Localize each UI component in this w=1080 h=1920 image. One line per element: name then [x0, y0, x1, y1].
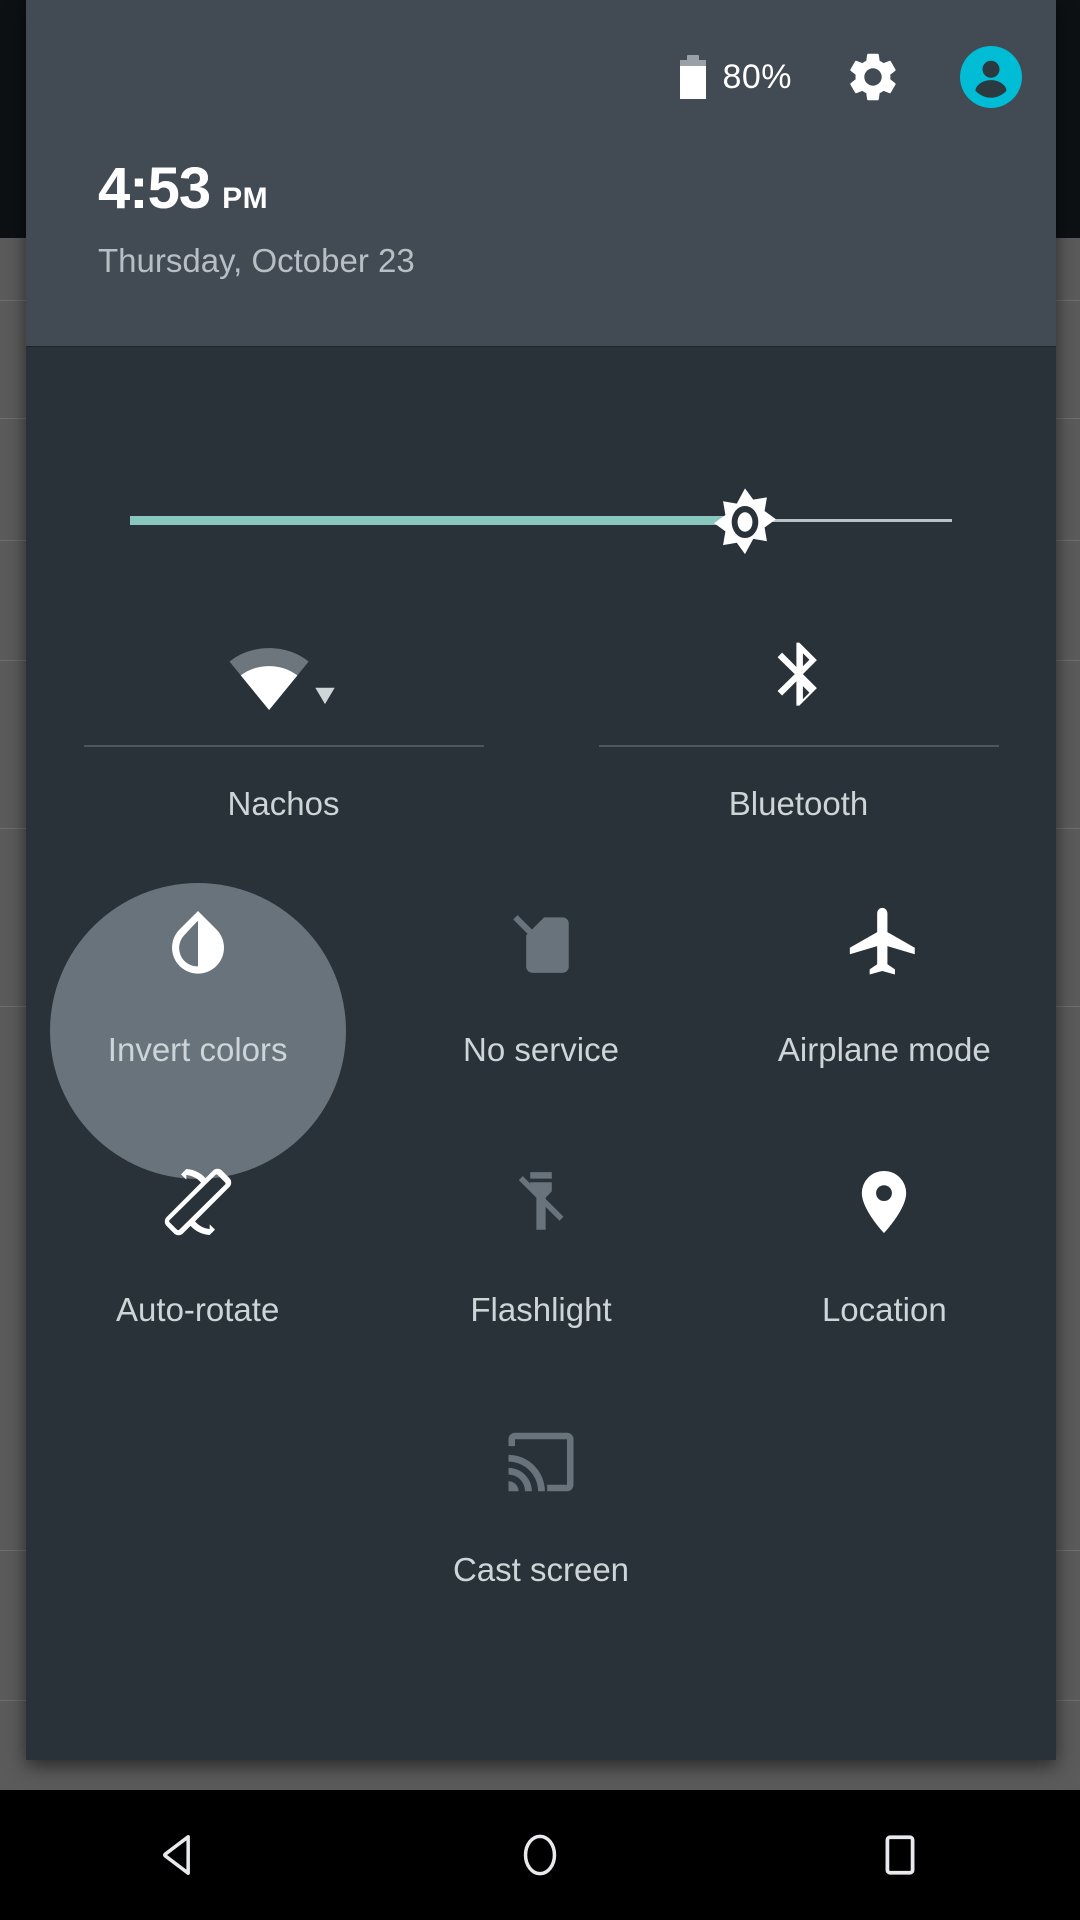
invert-colors-droplet-icon [160, 887, 236, 997]
location-pin-icon [846, 1147, 922, 1257]
tile-cast-screen[interactable]: Cast screen [369, 1407, 712, 1657]
quick-settings-header: 80% 4:53 PM Thursday, October 23 [26, 0, 1056, 346]
status-icons-row: 80% [680, 46, 1022, 108]
cast-screen-icon [502, 1407, 580, 1517]
tile-divider [83, 745, 484, 747]
tile-label-airplane-mode: Airplane mode [777, 1031, 991, 1068]
airplane-icon [843, 887, 925, 997]
brightness-fill [130, 516, 755, 525]
home-icon[interactable] [480, 1795, 600, 1915]
tile-label-flashlight: Flashlight [470, 1291, 612, 1328]
tile-label-invert-colors: Invert colors [107, 1031, 288, 1068]
bluetooth-icon [760, 619, 838, 737]
wifi-icon [228, 619, 340, 737]
flashlight-off-icon [504, 1147, 578, 1257]
screen-rotation-icon [158, 1147, 238, 1257]
quick-settings-body: Nachos Bluetooth Invert colors No servic… [26, 346, 1056, 1760]
dual-tile-row: Nachos Bluetooth [26, 619, 1056, 869]
brightness-sun-icon[interactable] [698, 475, 792, 569]
tile-label-wifi: Nachos [227, 785, 340, 822]
tile-invert-colors[interactable]: Invert colors [26, 883, 369, 1179]
recents-icon[interactable] [840, 1795, 960, 1915]
gear-icon[interactable] [844, 48, 902, 106]
clock-block: 4:53 PM Thursday, October 23 [98, 160, 415, 280]
tile-location[interactable]: Location [713, 1147, 1056, 1397]
tile-empty-left [26, 1407, 369, 1657]
tile-label-auto-rotate: Auto-rotate [116, 1291, 280, 1328]
clock-line: 4:53 PM [98, 160, 415, 218]
tile-no-service[interactable]: No service [369, 887, 712, 1137]
brightness-slider[interactable] [26, 475, 1056, 565]
battery-percent-label: 80% [722, 57, 792, 96]
tile-empty-right [713, 1407, 1056, 1657]
tile-auto-rotate[interactable]: Auto-rotate [26, 1147, 369, 1397]
tile-label-no-service: No service [463, 1031, 619, 1068]
tile-row-3: Cast screen [26, 1407, 1056, 1657]
clock-time: 4:53 [98, 156, 211, 221]
battery-icon [680, 55, 707, 99]
navigation-bar [0, 1790, 1080, 1920]
tile-airplane-mode[interactable]: Airplane mode [713, 887, 1056, 1137]
sim-card-off-icon [504, 887, 578, 997]
tile-wifi[interactable]: Nachos [26, 619, 541, 869]
phone-screen: 80% 4:53 PM Thursday, October 23 Nachos … [0, 0, 1080, 1920]
tile-label-bluetooth: Bluetooth [728, 785, 869, 822]
tile-label-location: Location [821, 1291, 947, 1328]
clock-ampm: PM [222, 182, 269, 215]
clock-date: Thursday, October 23 [98, 242, 415, 279]
quick-settings-panel: 80% 4:53 PM Thursday, October 23 Nachos … [26, 0, 1056, 1760]
user-avatar-icon[interactable] [960, 46, 1022, 108]
tile-row-1: Invert colors No service Airplane mode [26, 883, 1056, 1179]
battery-status: 80% [680, 55, 792, 99]
tile-label-cast-screen: Cast screen [452, 1551, 630, 1588]
tile-bluetooth[interactable]: Bluetooth [541, 619, 1056, 869]
tile-row-2: Auto-rotate Flashlight Location [26, 1147, 1056, 1397]
tile-divider [598, 745, 999, 747]
tile-flashlight[interactable]: Flashlight [369, 1147, 712, 1397]
back-icon[interactable] [120, 1795, 240, 1915]
